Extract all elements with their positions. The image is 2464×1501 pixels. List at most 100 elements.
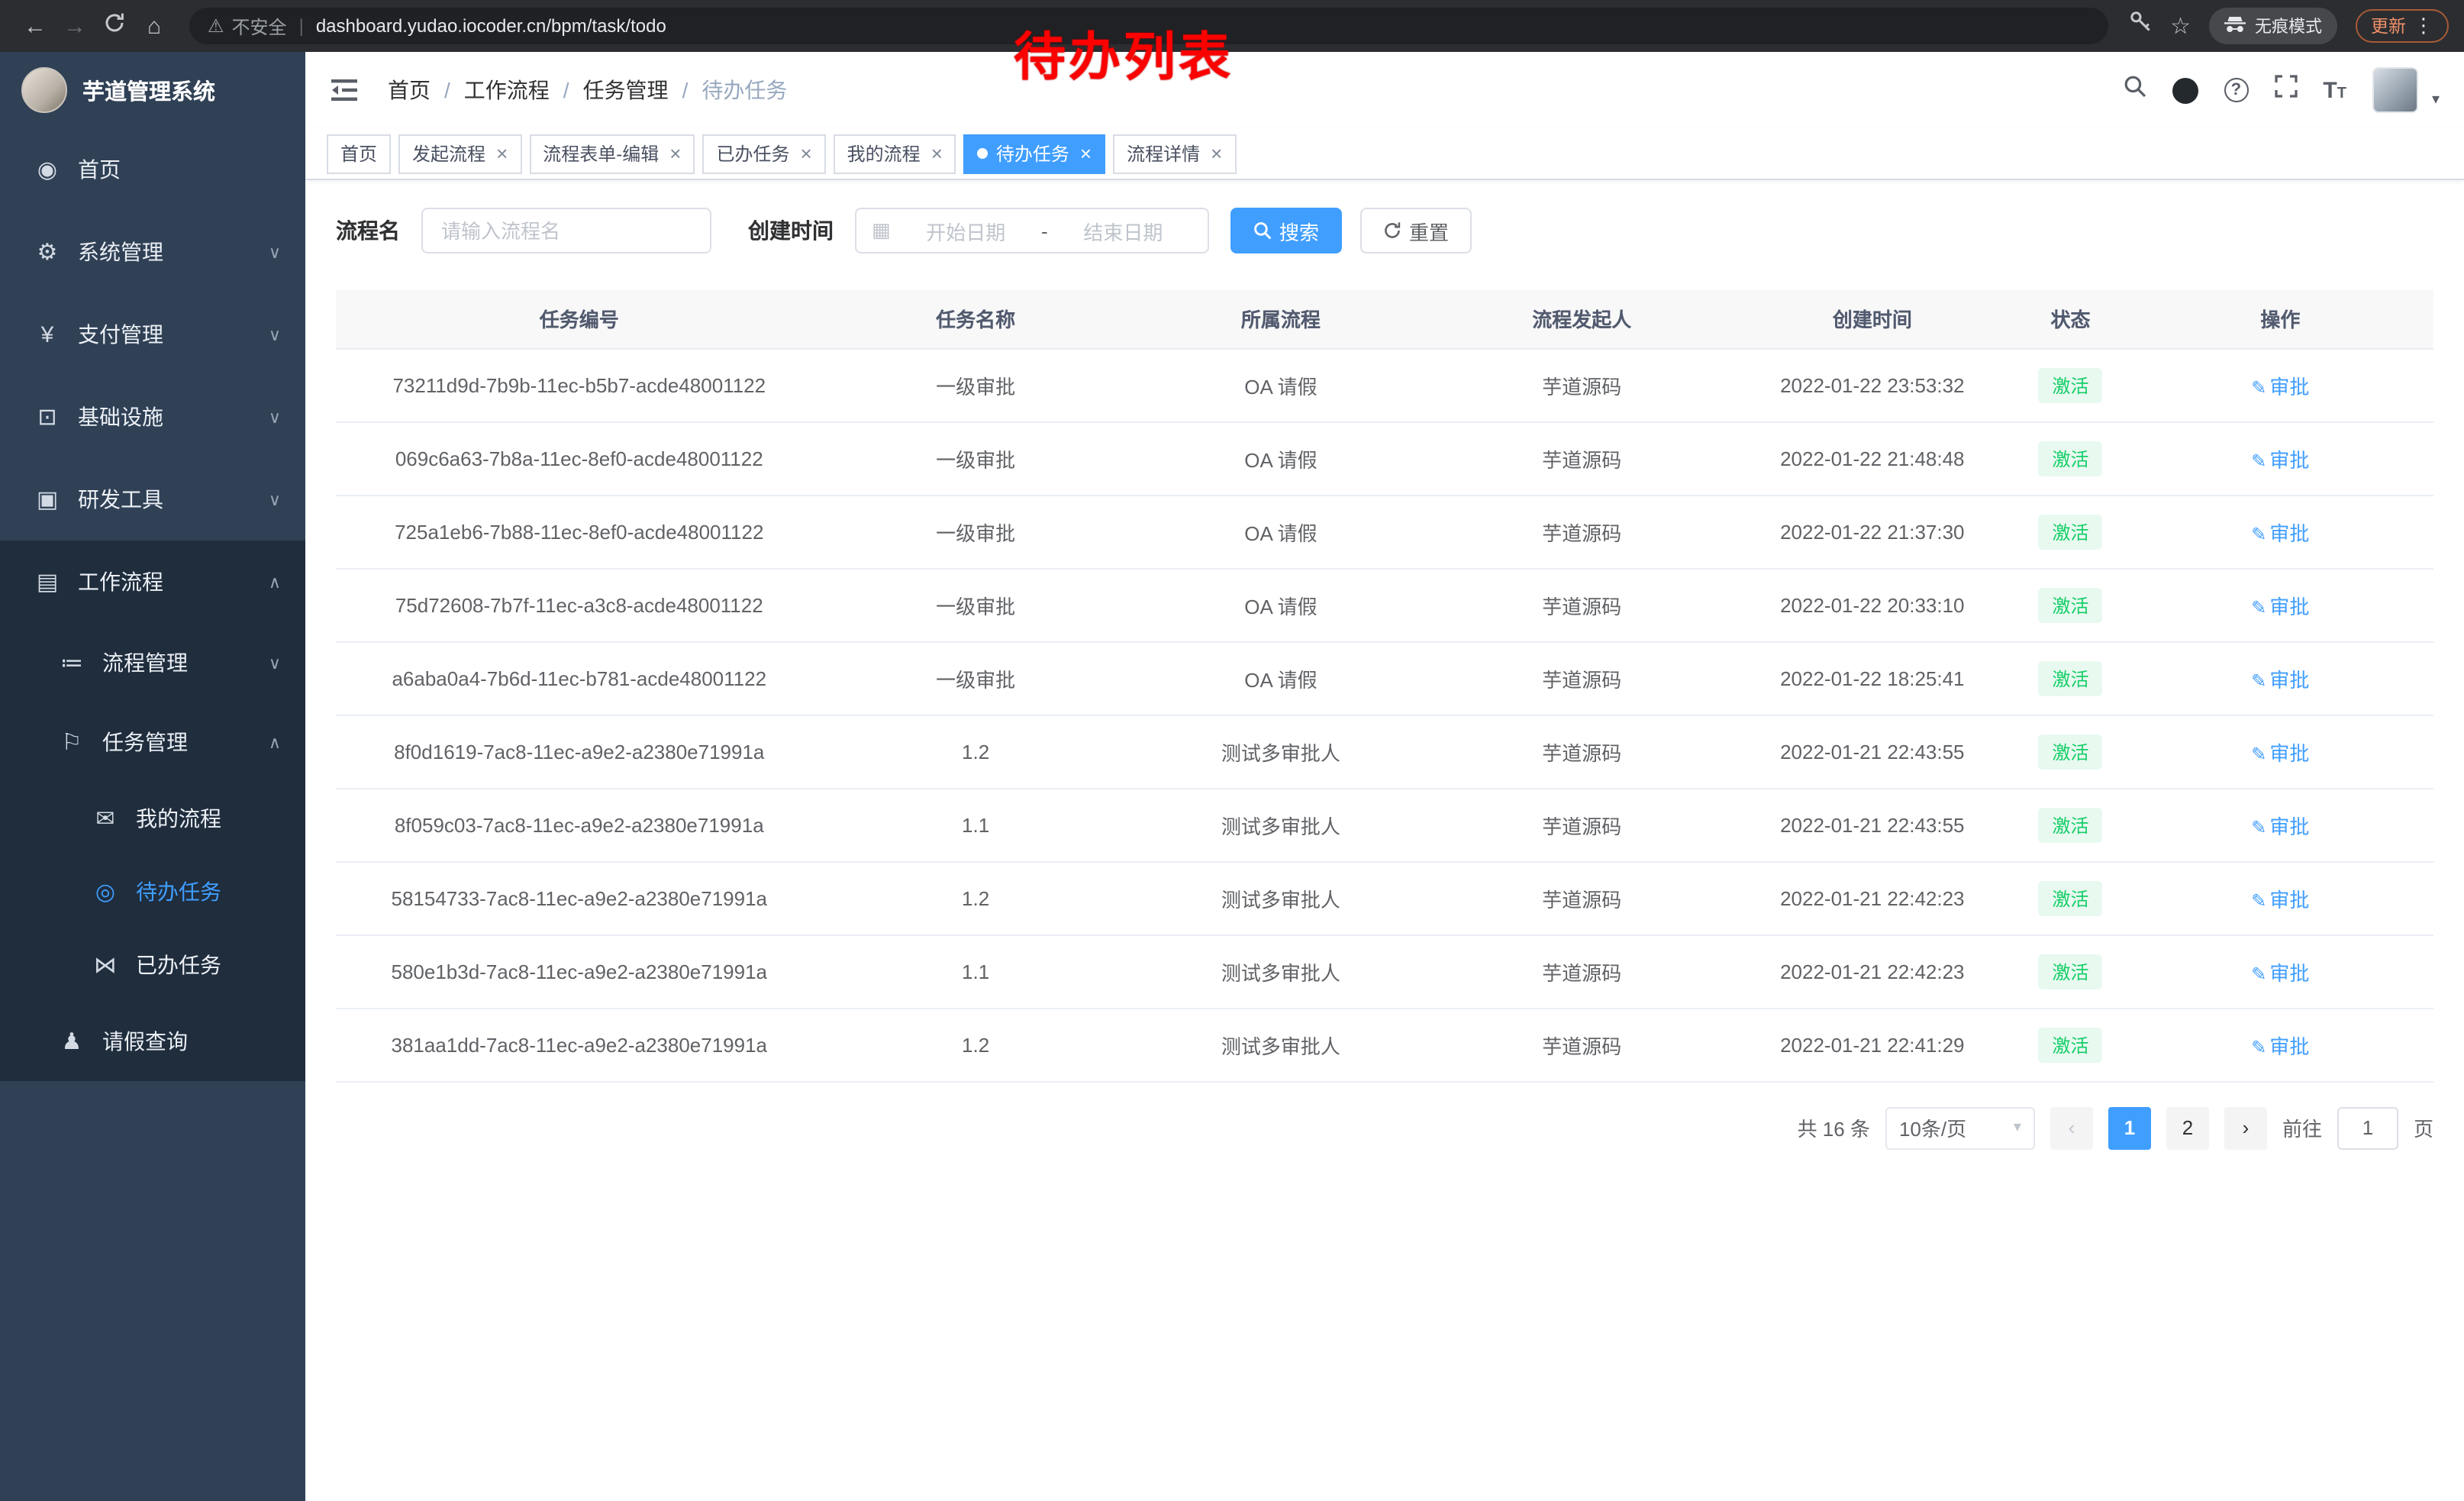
tab-process-detail[interactable]: 流程详情 × (1113, 134, 1236, 173)
col-status: 状态 (2014, 290, 2127, 348)
tabs-bar: 首页 发起流程 × 流程表单-编辑 × 已办任务 × 我的流程 × (305, 128, 2464, 180)
sidebar-item-devtools[interactable]: ▣ 研发工具 ∨ (0, 458, 305, 541)
sidebar-item-task-mgmt[interactable]: ⚐ 任务管理 ∧ (0, 702, 305, 782)
chevron-down-icon: ∨ (269, 653, 281, 673)
prev-page-button[interactable]: ‹ (2050, 1106, 2093, 1149)
approve-link-label: 审批 (2269, 595, 2309, 618)
bookmark-star-icon[interactable]: ☆ (2170, 12, 2191, 40)
collapse-sidebar-icon[interactable] (330, 76, 363, 104)
breadcrumb-task-mgmt[interactable]: 任务管理 (583, 75, 669, 105)
search-icon[interactable] (2123, 75, 2146, 105)
sidebar-item-home[interactable]: ◉ 首页 (0, 128, 305, 211)
tab-home[interactable]: 首页 (327, 134, 391, 173)
approve-link[interactable]: ✎审批 (2251, 448, 2309, 471)
cell-process: 测试多审批人 (1129, 715, 1433, 788)
chevron-down-icon: ∨ (269, 489, 281, 509)
cell-created: 2022-01-21 22:42:23 (1730, 934, 2014, 1008)
edit-icon: ✎ (2251, 889, 2266, 911)
chevron-up-icon: ∧ (269, 572, 281, 592)
status-badge: 激活 (2038, 660, 2102, 696)
reset-button[interactable]: 重置 (1360, 208, 1472, 253)
approve-link[interactable]: ✎审批 (2251, 375, 2309, 398)
search-button[interactable]: 搜索 (1230, 208, 1342, 253)
cell-status: 激活 (2014, 421, 2127, 495)
date-range-picker[interactable]: ▦ 开始日期 - 结束日期 (855, 208, 1209, 253)
page-size-select[interactable]: 10条/页 ▾ (1885, 1106, 2035, 1149)
chevron-down-icon: ∨ (269, 407, 281, 427)
tab-start-process[interactable]: 发起流程 × (398, 134, 521, 173)
cell-task-id: 73211d9d-7b9b-11ec-b5b7-acde48001122 (336, 348, 823, 421)
page-button-2[interactable]: 2 (2166, 1106, 2209, 1149)
next-page-button[interactable]: › (2224, 1106, 2267, 1149)
app-logo[interactable]: 芋道管理系统 (0, 52, 305, 128)
eye-icon: ◎ (89, 878, 122, 905)
approve-link[interactable]: ✎审批 (2251, 1035, 2309, 1057)
sidebar-item-done-tasks[interactable]: ⋈ 已办任务 (0, 928, 305, 1002)
page-button-1[interactable]: 1 (2108, 1106, 2151, 1149)
close-icon[interactable]: × (1211, 142, 1222, 165)
breadcrumb-workflow[interactable]: 工作流程 (464, 75, 550, 105)
approve-link[interactable]: ✎审批 (2251, 741, 2309, 764)
close-icon[interactable]: × (1080, 142, 1092, 165)
help-icon[interactable]: ? (2224, 78, 2248, 102)
tab-todo-tasks[interactable]: 待办任务 × (964, 134, 1105, 173)
cell-task-id: 58154733-7ac8-11ec-a9e2-a2380e71991a (336, 861, 823, 934)
approve-link[interactable]: ✎审批 (2251, 815, 2309, 838)
approve-link[interactable]: ✎审批 (2251, 668, 2309, 691)
cell-created: 2022-01-22 21:48:48 (1730, 421, 2014, 495)
breadcrumb-separator: / (563, 78, 569, 102)
col-task-id: 任务编号 (336, 290, 823, 348)
home-icon[interactable]: ⌂ (134, 13, 174, 39)
approve-link[interactable]: ✎审批 (2251, 888, 2309, 911)
cell-status: 激活 (2014, 568, 2127, 641)
cell-created: 2022-01-21 22:43:55 (1730, 715, 2014, 788)
sidebar-item-leave-query[interactable]: ♟ 请假查询 (0, 1002, 305, 1081)
tab-done-tasks[interactable]: 已办任务 × (702, 134, 825, 173)
approve-link[interactable]: ✎审批 (2251, 961, 2309, 984)
tab-my-process[interactable]: 我的流程 × (834, 134, 956, 173)
approve-link[interactable]: ✎审批 (2251, 521, 2309, 544)
table-row: 069c6a63-7b8a-11ec-8ef0-acde48001122 一级审… (336, 421, 2433, 495)
cell-task-id: 725a1eb6-7b88-11ec-8ef0-acde48001122 (336, 495, 823, 568)
start-date-placeholder: 开始日期 (897, 216, 1035, 245)
table-row: 75d72608-7b7f-11ec-a3c8-acde48001122 一级审… (336, 568, 2433, 641)
sidebar-item-workflow[interactable]: ▤ 工作流程 ∧ (0, 541, 305, 623)
fullscreen-icon[interactable] (2274, 75, 2297, 105)
avatar-caret-icon[interactable]: ▾ (2432, 92, 2440, 108)
breadcrumb: 首页 / 工作流程 / 任务管理 / 待办任务 (388, 75, 787, 105)
sidebar-item-label: 基础设施 (78, 402, 163, 432)
cell-status: 激活 (2014, 715, 2127, 788)
tab-label: 发起流程 (412, 140, 485, 166)
approve-link[interactable]: ✎审批 (2251, 595, 2309, 618)
github-icon[interactable] (2172, 77, 2198, 103)
avatar[interactable] (2372, 67, 2418, 113)
sidebar-item-todo-tasks[interactable]: ◎ 待办任务 (0, 855, 305, 928)
browser-menu-icon[interactable]: ⋮ (2414, 14, 2433, 38)
chrome-update-button[interactable]: 更新 ⋮ (2356, 9, 2449, 43)
reload-icon[interactable] (95, 12, 134, 40)
sidebar-item-payment[interactable]: ¥ 支付管理 ∨ (0, 293, 305, 376)
goto-page-input[interactable] (2337, 1106, 2398, 1149)
address-divider: | (299, 15, 304, 37)
tab-form-edit[interactable]: 流程表单-编辑 × (529, 134, 695, 173)
security-status[interactable]: ⚠ 不安全 (208, 13, 287, 39)
table-row: 8f059c03-7ac8-11ec-a9e2-a2380e71991a 1.1… (336, 788, 2433, 861)
sidebar-item-infrastructure[interactable]: ⊡ 基础设施 ∨ (0, 376, 305, 458)
incognito-icon (2224, 15, 2246, 37)
breadcrumb-home[interactable]: 首页 (388, 75, 431, 105)
sidebar-item-system[interactable]: ⚙ 系统管理 ∨ (0, 211, 305, 293)
cell-created: 2022-01-22 23:53:32 (1730, 348, 2014, 421)
close-icon[interactable]: × (800, 142, 811, 165)
password-key-icon[interactable] (2129, 11, 2152, 41)
forward-icon[interactable]: → (55, 13, 95, 39)
cell-task-name: 1.2 (823, 1008, 1129, 1081)
close-icon[interactable]: × (931, 142, 943, 165)
sidebar-item-process-mgmt[interactable]: ≔ 流程管理 ∨ (0, 623, 305, 702)
todo-task-table: 任务编号 任务名称 所属流程 流程发起人 创建时间 状态 操作 (336, 290, 2433, 1082)
close-icon[interactable]: × (669, 142, 681, 165)
font-size-icon[interactable]: TT (2323, 77, 2346, 103)
back-icon[interactable]: ← (15, 13, 55, 39)
close-icon[interactable]: × (496, 142, 508, 165)
process-name-input[interactable] (421, 208, 711, 253)
sidebar-item-my-process[interactable]: ✉ 我的流程 (0, 782, 305, 855)
